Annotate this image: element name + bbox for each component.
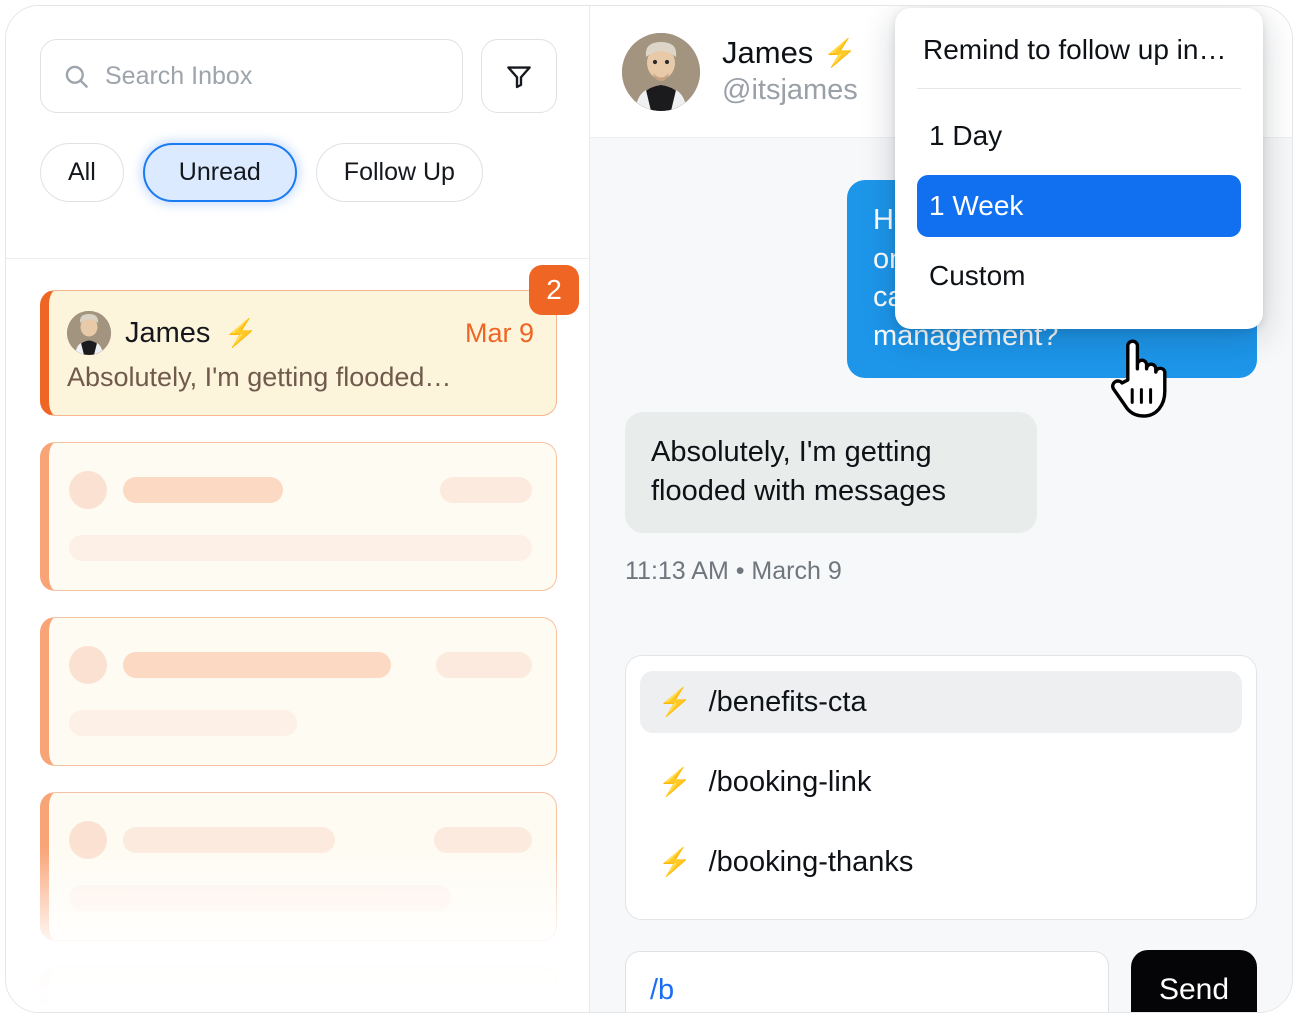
- placeholder-row: [69, 821, 532, 859]
- message-input[interactable]: [625, 951, 1109, 1012]
- message-timestamp: 11:13 AM • March 9: [625, 557, 842, 586]
- placeholder-bar-right: [432, 1002, 532, 1012]
- placeholder-bar-wide: [69, 710, 297, 736]
- filter-chip-all[interactable]: All: [40, 143, 124, 202]
- funnel-icon: [507, 66, 531, 89]
- search-input[interactable]: [105, 61, 440, 91]
- placeholder-avatar: [69, 471, 107, 509]
- slash-command-item-booking-thanks[interactable]: ⚡ /booking-thanks: [640, 831, 1242, 893]
- reminder-menu-title: Remind to follow up in…: [923, 34, 1227, 65]
- reminder-option-custom[interactable]: Custom: [917, 245, 1241, 307]
- inbox-thread-placeholder[interactable]: [40, 617, 557, 766]
- inbox-toolbar: All Unread Follow Up: [6, 6, 589, 259]
- placeholder-bar: [123, 827, 335, 853]
- reminder-option-1-week[interactable]: 1 Week: [917, 175, 1241, 237]
- divider: [917, 88, 1241, 89]
- app-window: All Unread Follow Up 2: [5, 5, 1293, 1013]
- inbox-panel: All Unread Follow Up 2: [6, 6, 590, 1012]
- inbox-thread-list: 2 James ⚡ Mar 9 Absolutely, I'm getting …: [6, 260, 589, 1012]
- chat-contact-handle: @itsjames: [722, 73, 858, 106]
- bolt-icon: ⚡: [658, 766, 692, 797]
- thread-sender-name: James: [125, 316, 211, 349]
- slash-command-label: /booking-link: [708, 765, 872, 798]
- placeholder-bar-right: [434, 827, 532, 853]
- thread-date: Mar 9: [464, 317, 534, 348]
- placeholder-row: [69, 471, 532, 509]
- placeholder-avatar: [69, 821, 107, 859]
- lightning-bolt-icon: ⚡: [823, 37, 857, 68]
- chat-contact-name: James: [722, 35, 814, 71]
- chat-contact-name-row: James ⚡: [722, 35, 858, 71]
- placeholder-row: [69, 996, 532, 1012]
- active-thread-wrapper: 2 James ⚡ Mar 9 Absolutely, I'm getting …: [40, 265, 579, 416]
- placeholder-bar: [123, 477, 283, 503]
- avatar: [67, 311, 111, 355]
- bolt-icon: ⚡: [658, 686, 692, 717]
- placeholder-row: [69, 646, 532, 684]
- inbox-thread-item-james[interactable]: James ⚡ Mar 9 Absolutely, I'm getting fl…: [40, 290, 557, 416]
- avatar[interactable]: [622, 32, 700, 111]
- inbox-thread-placeholder[interactable]: [40, 792, 557, 941]
- inbox-thread-placeholder[interactable]: [40, 442, 557, 591]
- thread-header-row: James ⚡ Mar 9: [67, 311, 534, 355]
- search-box[interactable]: [40, 39, 463, 113]
- avatar-image: [67, 311, 111, 355]
- slash-command-item-benefits-cta[interactable]: ⚡ /benefits-cta: [640, 671, 1242, 734]
- bolt-icon: ⚡: [658, 846, 692, 877]
- slash-command-label: /booking-thanks: [708, 845, 914, 878]
- filter-button[interactable]: [481, 39, 557, 113]
- reminder-option-1-day[interactable]: 1 Day: [917, 105, 1241, 167]
- avatar-image: [622, 32, 700, 111]
- thread-preview-text: Absolutely, I'm getting flooded…: [67, 362, 452, 392]
- message-composer: Send: [625, 950, 1257, 1012]
- search-icon: [65, 65, 88, 88]
- inbox-thread-placeholder[interactable]: [40, 967, 557, 1012]
- filter-chip-row: All Unread Follow Up: [40, 143, 557, 202]
- lightning-bolt-icon: ⚡: [224, 317, 259, 348]
- placeholder-avatar: [69, 996, 107, 1012]
- chat-panel: James ⚡ @itsjames Hey James! Following u…: [590, 6, 1292, 1012]
- filter-chip-follow-up[interactable]: Follow Up: [315, 143, 483, 202]
- slash-command-panel: ⚡ /benefits-cta ⚡ /booking-link ⚡ /booki…: [625, 655, 1257, 921]
- placeholder-bar-right: [436, 652, 532, 678]
- message-bubble-received: Absolutely, I'm getting flooded with mes…: [625, 412, 1037, 534]
- placeholder-bar-wide: [69, 535, 532, 561]
- search-row: [40, 39, 557, 113]
- chat-identity: James ⚡ @itsjames: [722, 35, 858, 107]
- send-button[interactable]: Send: [1131, 950, 1257, 1012]
- placeholder-bar-wide: [69, 885, 451, 911]
- reminder-dropdown-menu: Remind to follow up in… 1 Day 1 Week Cus…: [895, 8, 1263, 329]
- filter-chip-unread[interactable]: Unread: [142, 143, 297, 202]
- placeholder-bar: [123, 652, 391, 678]
- unread-count-badge: 2: [529, 265, 579, 315]
- placeholder-avatar: [69, 646, 107, 684]
- placeholder-bar: [123, 1002, 395, 1012]
- slash-command-item-booking-link[interactable]: ⚡ /booking-link: [640, 751, 1242, 813]
- placeholder-bar-right: [440, 477, 532, 503]
- slash-command-label: /benefits-cta: [708, 685, 867, 718]
